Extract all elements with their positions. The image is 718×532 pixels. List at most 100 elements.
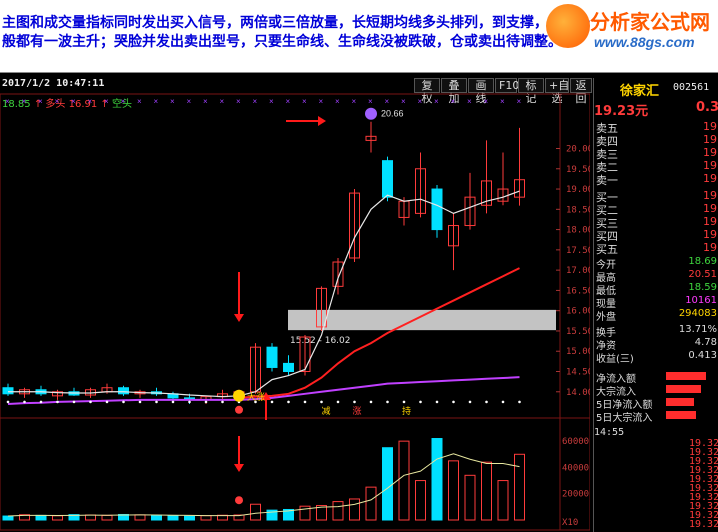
- candle-body: [283, 362, 294, 373]
- ma-white-line: [8, 190, 520, 398]
- volume-buy-dot-icon: [235, 496, 243, 505]
- signal-cross: ×: [302, 97, 307, 106]
- volume-bar: [85, 514, 96, 521]
- baseline-dot: [386, 400, 389, 404]
- candle-body: [431, 188, 443, 231]
- orderbook-row: 买四 19: [594, 228, 718, 243]
- price-axis-label: 17.50: [566, 246, 590, 256]
- orderbook-label: 买五: [596, 243, 618, 256]
- stat-label: 收益(三): [596, 354, 634, 365]
- stat-row: 外盘 294083: [594, 308, 718, 323]
- smile-label: 大涨: [247, 391, 265, 402]
- orderbook-row: 买三 19: [594, 215, 718, 230]
- orderbook-row: 买五 19: [594, 241, 718, 256]
- orderbook-row: 卖五 19: [594, 120, 718, 135]
- buy-arrow-main-head: [234, 314, 244, 322]
- signal-cross: ×: [517, 97, 522, 106]
- price-axis-label: 14.50: [566, 368, 590, 378]
- volume-bar: [514, 453, 525, 521]
- volume-bar: [2, 515, 14, 521]
- signal-cross: ×: [434, 97, 439, 106]
- candle-body: [266, 346, 278, 368]
- orderbook-value: 19: [703, 215, 717, 228]
- volume-bar: [481, 461, 492, 521]
- volume-axis-label: X10: [562, 518, 578, 528]
- price-axis-label: 15.50: [566, 327, 590, 337]
- stock-name: 徐家汇: [620, 84, 660, 99]
- price-axis-label: 18.00: [566, 226, 590, 236]
- volume-bar: [349, 498, 360, 521]
- stat-row: 换手 13.71%: [594, 324, 718, 339]
- signal-cross: ×: [484, 97, 489, 106]
- baseline-dot: [72, 400, 76, 404]
- strategy-note: 主图和成交量指标同时发出买入信号，两倍或三倍放量，长短期均线多头排列，到支撑，买…: [0, 0, 718, 73]
- price-axis-label: 19.00: [566, 185, 590, 195]
- flow-row: 大宗流入: [594, 383, 718, 398]
- baseline-dot: [369, 400, 373, 404]
- signal-cross: ×: [137, 97, 142, 106]
- stat-row: 净资 4.78: [594, 337, 718, 352]
- volume-ma-line: [7, 453, 520, 517]
- signal-cross: ×: [38, 97, 43, 106]
- baseline-dot: [501, 400, 505, 404]
- flow-bar: [666, 398, 694, 406]
- tick-list: 19.32 19.32 19.32 19.32 19.32 19.32 19.32 19.32…: [689, 439, 718, 530]
- baseline-dot: [468, 400, 472, 404]
- price-axis-label: 16.00: [566, 307, 590, 317]
- kline-chart[interactable]: 20.00 19.50 19.00 18.50 18.00 17.50 17.00 16.50…: [0, 72, 590, 532]
- volume-bar: [497, 480, 509, 521]
- signal-cross: ×: [220, 97, 225, 106]
- stat-label: 外盘: [596, 312, 616, 323]
- stock-code: 002561: [673, 82, 710, 93]
- logo-url: www.88gs.com: [594, 34, 695, 50]
- baseline-dot: [287, 400, 290, 404]
- flow-label: 5日大宗流入: [596, 413, 653, 424]
- volume-axis-label: 40000: [562, 463, 589, 473]
- baseline-dot: [171, 400, 175, 404]
- price-axis-label: 17.00: [566, 266, 590, 276]
- site-logo: 分析家公式网 www.88gs.com: [544, 2, 714, 56]
- baseline-dot: [435, 400, 439, 404]
- stat-row: 收益(三) 0.413: [594, 350, 718, 365]
- stat-value: 18.59: [688, 282, 717, 293]
- tag-reduce: 减: [322, 405, 331, 416]
- baseline-dot: [419, 400, 422, 404]
- signal-cross: ×: [418, 97, 423, 106]
- stat-row: 今开 18.69: [594, 256, 718, 271]
- stat-value: 20.51: [688, 269, 717, 280]
- signal-cross: ×: [368, 97, 373, 106]
- signal-cross: ×: [401, 97, 406, 106]
- price-axis-label: 15.00: [566, 347, 590, 357]
- signal-cross: ×: [385, 97, 390, 106]
- signal-cross: ×: [22, 97, 27, 106]
- volume-bar: [382, 447, 393, 521]
- volume-bar: [448, 460, 459, 521]
- volume-bar: [151, 514, 162, 521]
- signal-cross: ×: [154, 97, 159, 106]
- signal-cross: ×: [203, 97, 208, 106]
- baseline-dot: [485, 400, 488, 404]
- orderbook-row: 买一 19: [594, 189, 718, 204]
- signal-cross: ×: [319, 97, 324, 106]
- orderbook-row: 卖三 19: [594, 146, 718, 161]
- volume-bar: [200, 515, 212, 521]
- candle-body: [2, 387, 14, 395]
- baseline-dot: [402, 400, 406, 404]
- orderbook-value: 19: [703, 189, 717, 202]
- baseline-dot: [122, 400, 125, 404]
- baseline-dot: [320, 400, 323, 404]
- signal-cross: ×: [187, 97, 192, 106]
- baseline-dot: [518, 400, 521, 404]
- signal-cross: ×: [121, 97, 126, 106]
- orderbook-row: 卖四 19: [594, 133, 718, 148]
- signal-cross: ×: [88, 97, 93, 106]
- buy-dot-icon: [235, 405, 243, 414]
- baseline-dot: [204, 400, 208, 404]
- price-axis-label: 16.50: [566, 286, 590, 296]
- stat-row: 最低 18.59: [594, 282, 718, 297]
- stat-row: 现量 10161: [594, 295, 718, 310]
- volume-bar: [184, 515, 195, 521]
- signal-cross: ×: [335, 97, 340, 106]
- volume-bar: [250, 503, 261, 521]
- baseline-dot: [155, 400, 158, 404]
